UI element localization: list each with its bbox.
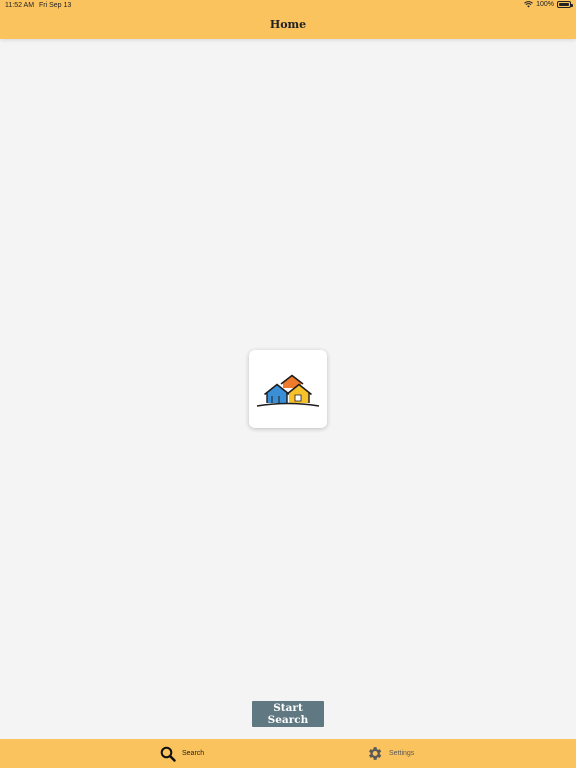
start-search-button[interactable]: Start Search [252, 701, 324, 727]
search-icon [160, 746, 176, 762]
tab-settings[interactable]: Settings [366, 739, 414, 768]
gear-icon [369, 747, 382, 760]
battery-percent: 100% [536, 1, 554, 8]
houses-logo-icon [256, 374, 320, 407]
page-title: Home [269, 18, 307, 31]
status-bar: 11:52 AM Fri Sep 13 100% [0, 0, 576, 12]
status-indicators: 100% [524, 1, 573, 8]
battery-icon [557, 1, 573, 8]
tab-search[interactable]: Search [160, 739, 204, 768]
app-logo-card [249, 350, 327, 428]
tab-settings-label: Settings [389, 750, 415, 757]
status-date: Fri Sep 13 [39, 2, 72, 9]
tab-bar: Search Settings [0, 739, 576, 768]
home-screen: 11:52 AM Fri Sep 13 100% Home Start Sear… [0, 0, 576, 768]
wifi-icon [524, 1, 533, 8]
status-time: 11:52 AM [5, 2, 35, 9]
tab-search-label: Search [182, 750, 205, 757]
header: 11:52 AM Fri Sep 13 100% Home [0, 0, 576, 39]
